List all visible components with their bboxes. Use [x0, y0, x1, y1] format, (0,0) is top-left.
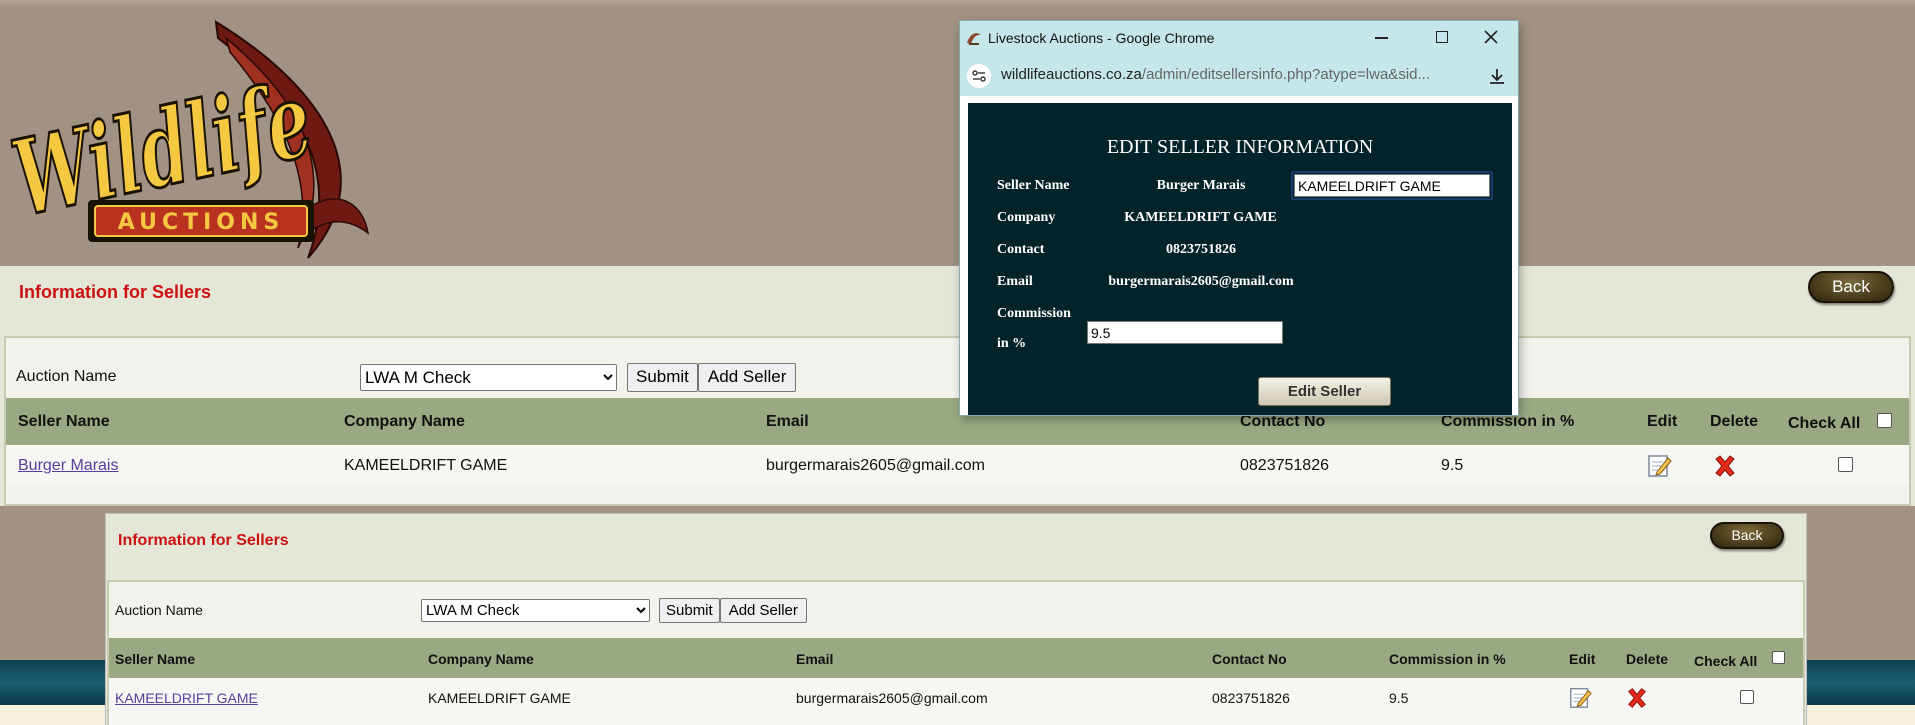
row-checkbox-bottom[interactable]	[1740, 690, 1754, 704]
url-domain: wildlifeauctions.co.za	[1001, 66, 1142, 83]
table-row: Burger Marais KAMEELDRIFT GAME burgermar…	[6, 445, 1909, 485]
cell-contact: 0823751826	[1240, 457, 1329, 474]
row-checkbox[interactable]	[1838, 457, 1853, 472]
download-icon[interactable]	[1487, 66, 1507, 86]
delete-icon[interactable]	[1625, 686, 1649, 710]
minimize-icon[interactable]	[1375, 37, 1388, 39]
edit-seller-button[interactable]: Edit Seller	[1258, 377, 1391, 406]
col-delete-bottom: Delete	[1626, 651, 1669, 667]
auction-filter-bottom: Auction Name LWA M Check Submit Add Sell…	[115, 597, 807, 623]
col-delete: Delete	[1710, 413, 1759, 430]
auction-name-label-bottom: Auction Name	[115, 602, 203, 618]
seller-link-text[interactable]: Burger Marais	[18, 457, 118, 474]
commission-input[interactable]	[1087, 321, 1283, 344]
logo-subtitle: AUCTIONS	[118, 210, 285, 235]
url-path: /admin/editsellersinfo.php?atype=lwa&sid…	[1141, 66, 1430, 83]
edit-seller-form: EDIT SELLER INFORMATION Seller Name Burg…	[968, 103, 1512, 415]
cell-commission: 9.5	[1441, 457, 1464, 474]
col-contact-no-bottom: Contact No	[1212, 651, 1287, 667]
col-email-bottom: Email	[796, 651, 834, 667]
chrome-favicon-icon	[967, 33, 981, 45]
contact-label: Contact	[997, 242, 1045, 257]
auction-select-bottom[interactable]: LWA M Check	[421, 598, 650, 622]
page-title-bottom: Information for Sellers	[118, 532, 289, 549]
contact-value: 0823751826	[1166, 242, 1236, 257]
back-button-bottom[interactable]: Back	[1710, 522, 1784, 549]
site-info-icon[interactable]	[966, 63, 992, 89]
col-company-name: Company Name	[344, 413, 465, 430]
add-seller-button[interactable]: Add Seller	[697, 362, 797, 392]
seller-name-input[interactable]	[1291, 171, 1493, 200]
popup-window-title: Livestock Auctions - Google Chrome	[988, 30, 1215, 46]
edit-icon[interactable]	[1646, 452, 1672, 478]
edit-icon[interactable]	[1568, 685, 1592, 709]
add-seller-button-bottom[interactable]: Add Seller	[719, 597, 807, 623]
sellers-table-container: Auction Name LWA M Check Submit Add Sell…	[4, 336, 1911, 506]
seller-name-label: Seller Name	[997, 178, 1070, 193]
email-label: Email	[997, 274, 1033, 289]
cell-company-bottom: KAMEELDRIFT GAME	[428, 690, 571, 706]
col-email: Email	[766, 413, 809, 430]
col-commission: Commission in %	[1441, 413, 1575, 430]
seller-name-value: Burger Marais	[1156, 178, 1246, 193]
cell-email-bottom: burgermarais2605@gmail.com	[796, 690, 988, 706]
sellers-panel-top: Information for Sellers Back Auction Nam…	[0, 266, 1915, 506]
cell-company: KAMEELDRIFT GAME	[344, 457, 508, 474]
commission-label: Commission	[997, 306, 1071, 321]
back-button[interactable]: Back	[1808, 271, 1894, 303]
table-row-bottom: KAMEELDRIFT GAME KAMEELDRIFT GAME burger…	[109, 678, 1803, 725]
submit-button-bottom[interactable]: Submit	[659, 597, 720, 623]
submit-button[interactable]: Submit	[627, 362, 698, 392]
seller-link-text-bottom[interactable]: KAMEELDRIFT GAME	[115, 690, 258, 706]
col-check-all: Check All	[1788, 415, 1861, 432]
col-check-all-bottom: Check All	[1694, 653, 1758, 669]
popup-titlebar: Livestock Auctions - Google Chrome	[960, 21, 1518, 55]
check-all-checkbox-bottom[interactable]	[1772, 651, 1785, 664]
col-company-name-bottom: Company Name	[428, 651, 534, 667]
commission-label-suffix: in %	[997, 336, 1027, 351]
col-seller-name: Seller Name	[18, 413, 110, 430]
popup-url[interactable]: wildlifeauctions.co.za/admin/editsellers…	[1001, 66, 1430, 83]
maximize-icon[interactable]	[1436, 31, 1448, 43]
company-label: Company	[997, 210, 1056, 225]
auction-name-label: Auction Name	[16, 368, 117, 385]
col-contact-no: Contact No	[1240, 413, 1326, 430]
edit-seller-popup-window: Livestock Auctions - Google Chrome wildl…	[960, 21, 1518, 415]
cell-email: burgermarais2605@gmail.com	[766, 457, 985, 474]
popup-address-bar[interactable]: wildlifeauctions.co.za/admin/editsellers…	[960, 55, 1518, 96]
delete-icon[interactable]	[1712, 453, 1738, 479]
sellers-panel-bottom: Information for Sellers Back Auction Nam…	[106, 514, 1806, 725]
col-commission-bottom: Commission in %	[1389, 651, 1506, 667]
email-value: burgermarais2605@gmail.com	[1108, 274, 1294, 289]
check-all-checkbox[interactable]	[1877, 413, 1892, 428]
col-seller-name-bottom: Seller Name	[115, 651, 196, 667]
cell-contact-bottom: 0823751826	[1212, 690, 1290, 706]
sellers-table-container-bottom: Auction Name LWA M Check Submit Add Sell…	[107, 580, 1805, 725]
col-edit-bottom: Edit	[1569, 651, 1596, 667]
auction-select[interactable]: LWA M Check	[360, 363, 617, 391]
form-heading: EDIT SELLER INFORMATION	[1106, 136, 1374, 158]
table-header-bottom: Seller Name Company Name Email Contact N…	[109, 638, 1803, 678]
col-edit: Edit	[1647, 413, 1678, 430]
close-icon[interactable]	[1483, 29, 1499, 45]
auction-filter: Auction Name LWA M Check Submit Add Sell…	[16, 362, 797, 392]
company-value: KAMEELDRIFT GAME	[1124, 210, 1277, 225]
seller-name-link-bottom[interactable]: KAMEELDRIFT GAME	[115, 690, 258, 706]
table-header: Seller Name Company Name Email Contact N…	[6, 398, 1909, 445]
page-title: Information for Sellers	[19, 282, 212, 302]
site-header: Wildlife AUCTIONS	[0, 0, 1915, 268]
wildlife-auctions-logo: Wildlife AUCTIONS	[8, 20, 370, 259]
seller-name-link[interactable]: Burger Marais	[18, 457, 118, 475]
cell-commission-bottom: 9.5	[1389, 690, 1409, 706]
